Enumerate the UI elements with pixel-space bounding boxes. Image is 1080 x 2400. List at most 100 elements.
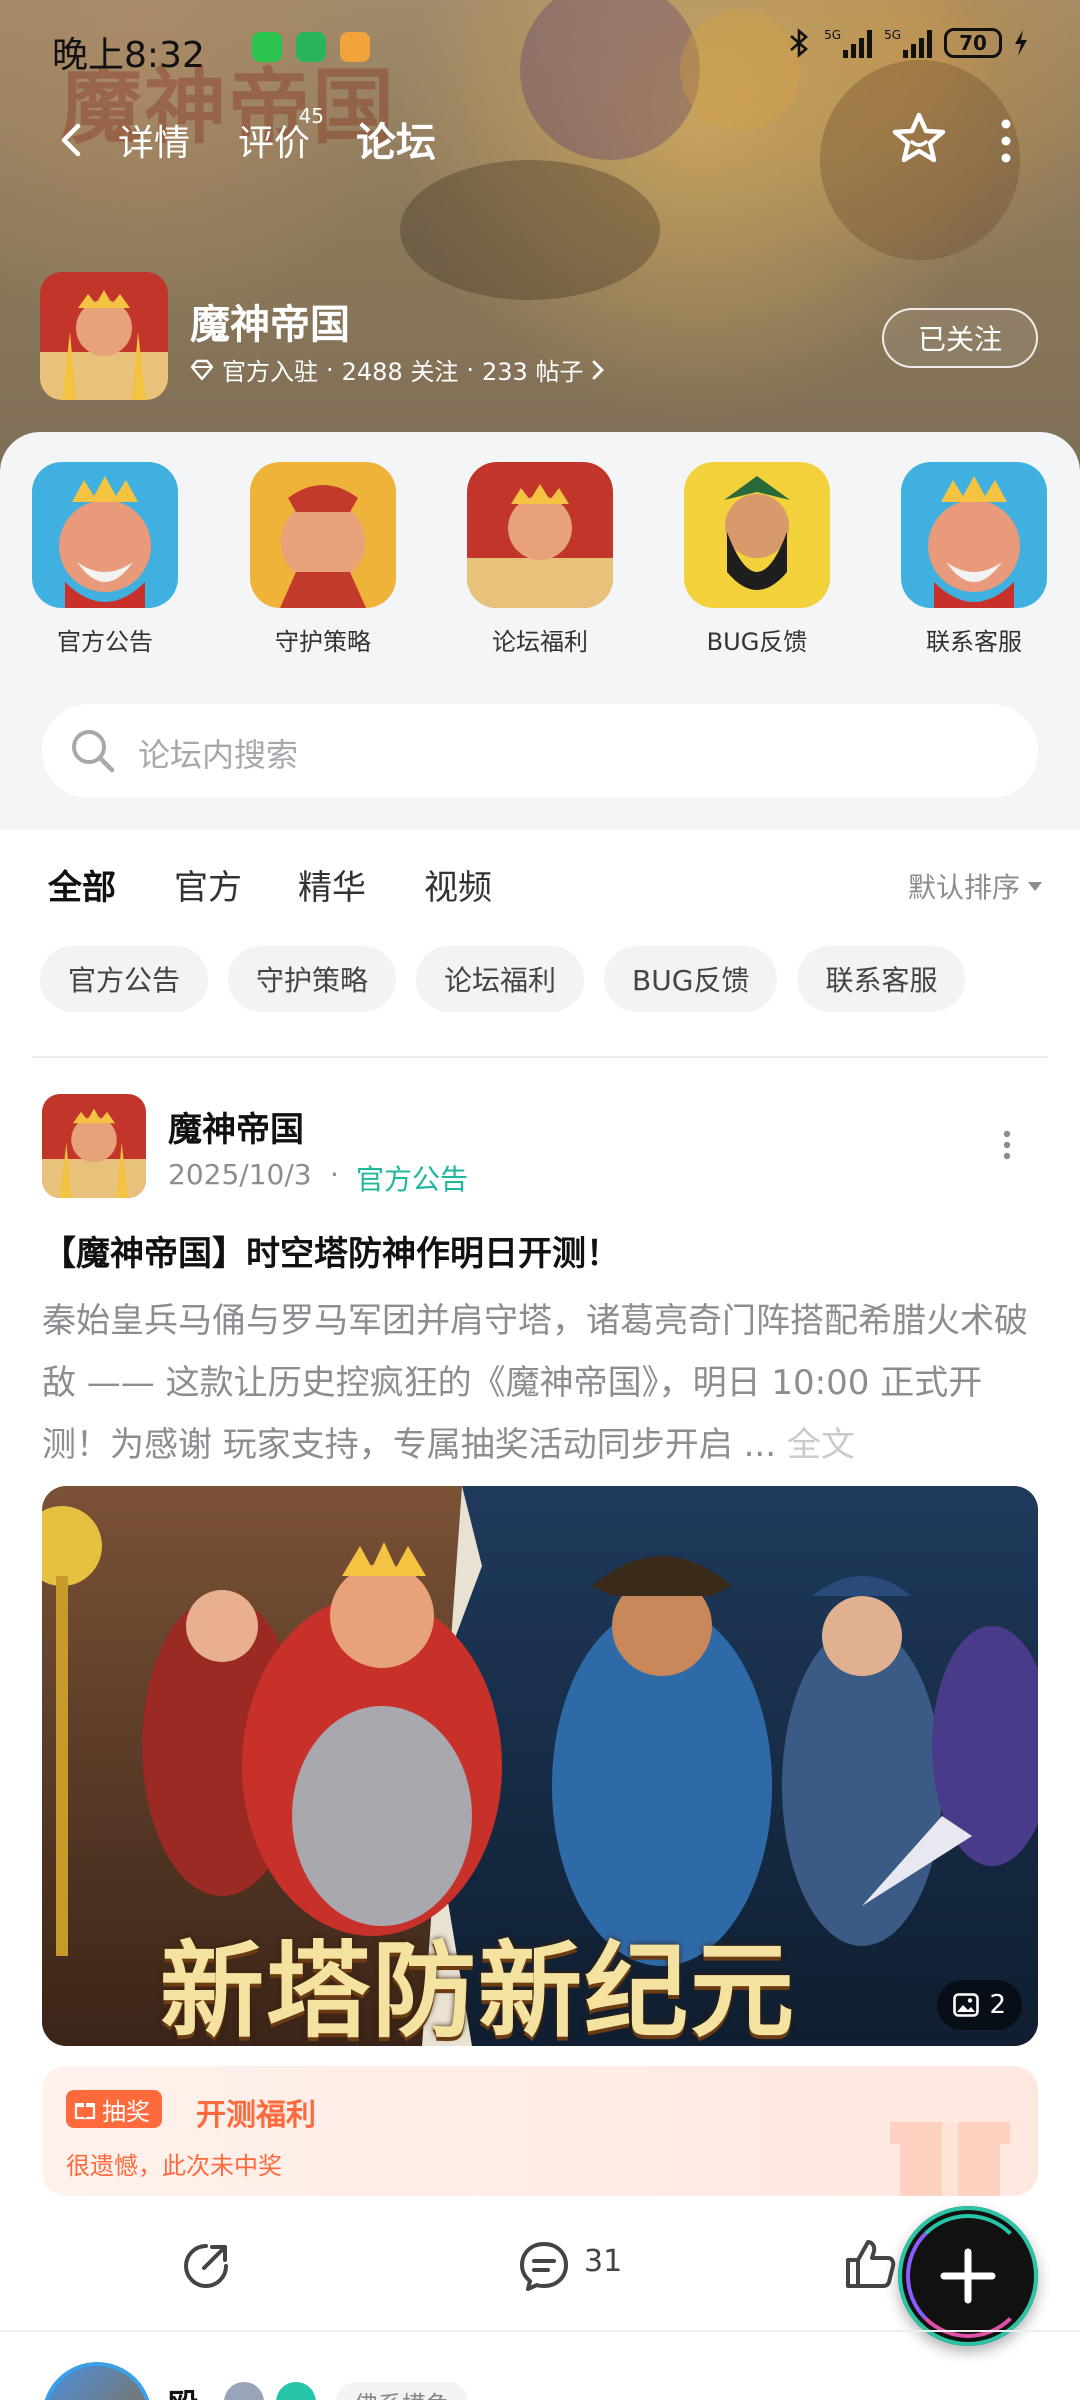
emperor-avatar-icon bbox=[467, 462, 613, 608]
lottery-card[interactable]: 抽奖 开测福利 很遗憾，此次未中奖 bbox=[42, 2066, 1038, 2196]
next-post-author[interactable]: 殴 bbox=[168, 2380, 198, 2400]
user-title-tag: 佛系摸鱼 bbox=[336, 2382, 468, 2400]
posts-count: 233 帖子 bbox=[482, 358, 584, 386]
signal-2: 5G bbox=[884, 28, 932, 58]
game-stats[interactable]: 官方入驻 · 2488 关注 · 233 帖子 bbox=[190, 352, 605, 387]
banner-art bbox=[400, 160, 660, 300]
stat-separator: · bbox=[466, 355, 474, 384]
filter-tab-featured[interactable]: 精华 bbox=[298, 860, 366, 909]
battery-icon: 70 bbox=[944, 28, 1002, 58]
tab-details[interactable]: 详情 bbox=[118, 114, 190, 166]
like-thumb-icon[interactable] bbox=[842, 2236, 898, 2292]
tab-forum[interactable]: 论坛 bbox=[356, 110, 436, 168]
bluetooth-icon bbox=[790, 28, 809, 58]
comment-count: 31 bbox=[584, 2244, 623, 2279]
tab-reviews[interactable]: 评价 45 bbox=[238, 104, 324, 166]
chevron-right-icon bbox=[593, 360, 605, 379]
game-name[interactable]: 魔神帝国 bbox=[190, 292, 350, 350]
wechat-notification-icon bbox=[252, 32, 282, 62]
filter-tab-official[interactable]: 官方 bbox=[174, 860, 242, 909]
next-post-preview[interactable]: 殴 佛系摸鱼 bbox=[0, 2330, 1080, 2400]
filter-tab-video[interactable]: 视频 bbox=[424, 860, 492, 909]
post-category[interactable]: 官方公告 bbox=[356, 1158, 468, 1198]
chip-defense-strategy[interactable]: 守护策略 bbox=[228, 946, 397, 1012]
post-excerpt: 秦始皇兵马俑与罗马军团并肩守塔，诸葛亮奇门阵搭配希腊火术破敌 —— 这款让历史控… bbox=[42, 1301, 1028, 1465]
chip-customer-service[interactable]: 联系客服 bbox=[797, 946, 966, 1012]
create-post-button[interactable] bbox=[898, 2206, 1038, 2346]
status-indicators: 5G 5G 70 bbox=[786, 28, 1028, 58]
status-time: 晚上8:32 bbox=[52, 35, 205, 76]
shortcut-label: 守护策略 bbox=[275, 628, 371, 656]
fab-ring bbox=[906, 2214, 1030, 2338]
post-author-avatar[interactable] bbox=[42, 1094, 146, 1198]
share-icon[interactable] bbox=[178, 2238, 234, 2294]
chip-forum-benefits[interactable]: 论坛福利 bbox=[416, 946, 585, 1012]
post-image[interactable]: 新塔防新纪元 2 bbox=[42, 1486, 1038, 2046]
shortcut-bug-report[interactable]: BUG反馈 bbox=[684, 462, 830, 657]
stat-separator: · bbox=[326, 355, 334, 384]
status-bar: 晚上8:32 5G 5G 70 bbox=[0, 0, 1080, 96]
king-avatar-icon bbox=[901, 462, 1047, 608]
post-more-icon[interactable] bbox=[1000, 1130, 1014, 1160]
gift-watermark-icon bbox=[890, 2122, 1010, 2196]
post-date: 2025/10/3 bbox=[168, 1158, 312, 1191]
shortcut-official-announcement[interactable]: 官方公告 bbox=[32, 462, 178, 657]
tab-reviews-label: 评价 bbox=[238, 123, 311, 164]
king-avatar-icon bbox=[32, 462, 178, 608]
game-logo-art bbox=[40, 272, 168, 400]
next-post-avatar[interactable] bbox=[42, 2362, 152, 2400]
shortcut-label: 论坛福利 bbox=[492, 628, 588, 656]
search-icon bbox=[72, 730, 115, 773]
image-count-badge: 2 bbox=[937, 1980, 1022, 2030]
dropdown-triangle-icon bbox=[1028, 881, 1042, 891]
post-filters: 全部 官方 精华 视频 默认排序 官方公告 守护策略 论坛福利 BUG反馈 联系… bbox=[0, 830, 1080, 1070]
lottery-badge: 抽奖 bbox=[66, 2090, 162, 2128]
divider bbox=[32, 1056, 1048, 1058]
image-count: 2 bbox=[989, 1990, 1006, 2020]
status-notifications bbox=[252, 32, 370, 62]
game-logo[interactable] bbox=[40, 272, 168, 400]
forum-search-input[interactable]: 论坛内搜索 bbox=[42, 704, 1038, 798]
filter-tab-label: 全部 bbox=[48, 868, 116, 908]
meta-separator: · bbox=[330, 1158, 339, 1191]
favorite-star-icon[interactable] bbox=[888, 108, 950, 170]
signal-bars-icon bbox=[843, 28, 873, 58]
full-text-link[interactable]: 全文 bbox=[787, 1425, 855, 1465]
shortcut-label: BUG反馈 bbox=[706, 628, 808, 656]
network-type-1: 5G bbox=[824, 28, 842, 42]
gift-icon bbox=[74, 2103, 96, 2120]
user-level-badge-icon bbox=[224, 2382, 264, 2400]
lottery-badge-label: 抽奖 bbox=[102, 2097, 150, 2126]
general-avatar-icon bbox=[684, 462, 830, 608]
chip-official-announcement[interactable]: 官方公告 bbox=[40, 946, 209, 1012]
network-type-2: 5G bbox=[884, 28, 901, 42]
filter-tab-all[interactable]: 全部 bbox=[48, 860, 116, 909]
more-options-icon[interactable] bbox=[994, 116, 1018, 166]
shortcut-customer-service[interactable]: 联系客服 bbox=[901, 462, 1047, 657]
sort-dropdown[interactable]: 默认排序 bbox=[908, 866, 1042, 906]
search-placeholder: 论坛内搜索 bbox=[138, 736, 299, 774]
lottery-title: 开测福利 bbox=[196, 2098, 316, 2133]
gallery-icon bbox=[953, 1993, 980, 2017]
post-author-name[interactable]: 魔神帝国 bbox=[168, 1102, 304, 1151]
sort-label: 默认排序 bbox=[907, 871, 1020, 904]
shortcut-label: 官方公告 bbox=[57, 628, 153, 656]
follow-button[interactable]: 已关注 bbox=[882, 308, 1038, 368]
followers-count: 2488 关注 bbox=[341, 358, 459, 386]
signal-bars-icon bbox=[903, 28, 932, 58]
post-title[interactable]: 【魔神帝国】时空塔防神作明日开测！ bbox=[42, 1226, 620, 1275]
message-notification-icon bbox=[340, 32, 370, 62]
charging-icon bbox=[1015, 30, 1027, 56]
back-arrow-icon[interactable] bbox=[52, 120, 92, 160]
lottery-result: 很遗憾，此次未中奖 bbox=[66, 2152, 282, 2180]
top-nav: 详情 评价 45 论坛 bbox=[0, 100, 1080, 180]
shortcut-label: 联系客服 bbox=[926, 628, 1022, 656]
forum-shortcuts: 官方公告 守护策略 论坛福利 BUG反馈 联系客服 bbox=[0, 462, 1080, 662]
shortcut-forum-benefits[interactable]: 论坛福利 bbox=[467, 462, 613, 657]
chip-bug-report[interactable]: BUG反馈 bbox=[604, 946, 778, 1012]
official-label: 官方入驻 bbox=[222, 358, 318, 386]
post-body[interactable]: 秦始皇兵马俑与罗马军团并肩守塔，诸葛亮奇门阵搭配希腊火术破敌 —— 这款让历史控… bbox=[42, 1290, 1038, 1476]
reviews-count-badge: 45 bbox=[298, 104, 325, 128]
shortcut-defense-strategy[interactable]: 守护策略 bbox=[250, 462, 396, 657]
comment-icon[interactable] bbox=[516, 2238, 572, 2294]
